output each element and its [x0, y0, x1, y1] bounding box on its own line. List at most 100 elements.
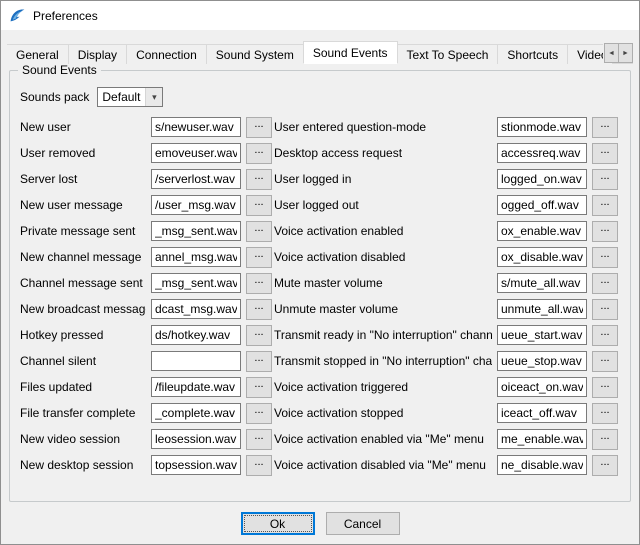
browse-button[interactable]: ...	[592, 325, 618, 346]
tab-sound-system[interactable]: Sound System	[206, 44, 304, 64]
sound-file-input[interactable]	[151, 117, 241, 137]
sound-event-label: Private message sent	[20, 224, 146, 238]
sound-event-label: Voice activation triggered	[274, 380, 492, 394]
browse-button[interactable]: ...	[592, 377, 618, 398]
sound-file-input[interactable]	[497, 195, 587, 215]
tab-text-to-speech[interactable]: Text To Speech	[397, 44, 499, 64]
sound-file-input[interactable]	[497, 169, 587, 189]
tab-display[interactable]: Display	[68, 44, 127, 64]
browse-button[interactable]: ...	[246, 195, 272, 216]
sound-event-label: User logged in	[274, 172, 492, 186]
sound-event-row: User logged in...	[274, 166, 626, 192]
sound-file-input[interactable]	[497, 377, 587, 397]
browse-button[interactable]: ...	[246, 403, 272, 424]
sound-file-input[interactable]	[151, 377, 241, 397]
browse-button[interactable]: ...	[592, 403, 618, 424]
sound-event-row: Transmit ready in "No interruption" chan…	[274, 322, 626, 348]
sound-file-input[interactable]	[151, 351, 241, 371]
browse-button[interactable]: ...	[246, 455, 272, 476]
sound-file-input[interactable]	[151, 195, 241, 215]
title-bar: Preferences	[1, 1, 639, 30]
sound-event-row: File transfer complete...	[20, 400, 274, 426]
sound-event-label: User removed	[20, 146, 146, 160]
dialog-footer: Ok Cancel	[1, 512, 639, 535]
browse-button[interactable]: ...	[246, 221, 272, 242]
sound-event-row: Voice activation stopped...	[274, 400, 626, 426]
browse-button[interactable]: ...	[246, 377, 272, 398]
sound-file-input[interactable]	[151, 143, 241, 163]
sound-events-columns: New user...User removed...Server lost...…	[10, 114, 630, 478]
sounds-pack-value: Default	[98, 88, 145, 106]
sound-event-row: User logged out...	[274, 192, 626, 218]
sound-event-label: New channel message	[20, 250, 146, 264]
browse-button[interactable]: ...	[592, 429, 618, 450]
sound-file-input[interactable]	[497, 143, 587, 163]
browse-button[interactable]: ...	[592, 299, 618, 320]
ok-button[interactable]: Ok	[241, 512, 315, 535]
sound-events-groupbox: Sound Events Sounds pack Default ▾ New u…	[9, 70, 631, 502]
sound-events-column-right: User entered question-mode...Desktop acc…	[274, 114, 626, 478]
sound-event-row: New video session...	[20, 426, 274, 452]
sound-file-input[interactable]	[497, 403, 587, 423]
browse-button[interactable]: ...	[592, 351, 618, 372]
browse-button[interactable]: ...	[246, 143, 272, 164]
sound-file-input[interactable]	[151, 273, 241, 293]
sound-file-input[interactable]	[497, 299, 587, 319]
browse-button[interactable]: ...	[592, 117, 618, 138]
sound-file-input[interactable]	[497, 273, 587, 293]
browse-button[interactable]: ...	[246, 247, 272, 268]
sound-file-input[interactable]	[151, 455, 241, 475]
sound-event-label: Voice activation enabled	[274, 224, 492, 238]
sound-file-input[interactable]	[497, 351, 587, 371]
sound-file-input[interactable]	[151, 325, 241, 345]
preferences-dialog: Preferences GeneralDisplayConnectionSoun…	[0, 0, 640, 545]
sound-file-input[interactable]	[151, 299, 241, 319]
browse-button[interactable]: ...	[246, 117, 272, 138]
groupbox-title: Sound Events	[18, 63, 101, 77]
sound-event-label: Channel silent	[20, 354, 146, 368]
browse-button[interactable]: ...	[246, 273, 272, 294]
tab-general[interactable]: General	[7, 44, 69, 64]
sounds-pack-label: Sounds pack	[20, 90, 89, 104]
browse-button[interactable]: ...	[592, 273, 618, 294]
sound-file-input[interactable]	[151, 429, 241, 449]
browse-button[interactable]: ...	[592, 221, 618, 242]
sound-event-label: Voice activation enabled via "Me" menu	[274, 432, 492, 446]
browse-button[interactable]: ...	[592, 455, 618, 476]
sound-file-input[interactable]	[497, 455, 587, 475]
sound-file-input[interactable]	[151, 221, 241, 241]
sound-event-row: New desktop session...	[20, 452, 274, 478]
browse-button[interactable]: ...	[592, 143, 618, 164]
sound-event-row: Mute master volume...	[274, 270, 626, 296]
sound-event-row: Voice activation disabled...	[274, 244, 626, 270]
sound-file-input[interactable]	[151, 403, 241, 423]
tab-sound-events[interactable]: Sound Events	[303, 41, 398, 64]
sound-event-row: User removed...	[20, 140, 274, 166]
browse-button[interactable]: ...	[246, 299, 272, 320]
tab-scroll-right-button[interactable]: ►	[618, 43, 633, 63]
cancel-button[interactable]: Cancel	[326, 512, 400, 535]
sound-event-row: Channel silent...	[20, 348, 274, 374]
browse-button[interactable]: ...	[246, 169, 272, 190]
browse-button[interactable]: ...	[592, 169, 618, 190]
sound-event-row: New user...	[20, 114, 274, 140]
sound-event-row: Files updated...	[20, 374, 274, 400]
sound-file-input[interactable]	[497, 429, 587, 449]
browse-button[interactable]: ...	[592, 247, 618, 268]
tab-connection[interactable]: Connection	[126, 44, 207, 64]
tab-shortcuts[interactable]: Shortcuts	[497, 44, 568, 64]
sound-file-input[interactable]	[497, 117, 587, 137]
browse-button[interactable]: ...	[246, 429, 272, 450]
tab-scroll-left-button[interactable]: ◄	[604, 43, 619, 63]
browse-button[interactable]: ...	[246, 325, 272, 346]
sound-file-input[interactable]	[151, 247, 241, 267]
sounds-pack-dropdown[interactable]: Default ▾	[97, 87, 163, 107]
sound-file-input[interactable]	[151, 169, 241, 189]
sound-file-input[interactable]	[497, 325, 587, 345]
browse-button[interactable]: ...	[592, 195, 618, 216]
browse-button[interactable]: ...	[246, 351, 272, 372]
sound-file-input[interactable]	[497, 247, 587, 267]
window-title: Preferences	[33, 9, 98, 23]
sound-file-input[interactable]	[497, 221, 587, 241]
sound-event-label: Server lost	[20, 172, 146, 186]
